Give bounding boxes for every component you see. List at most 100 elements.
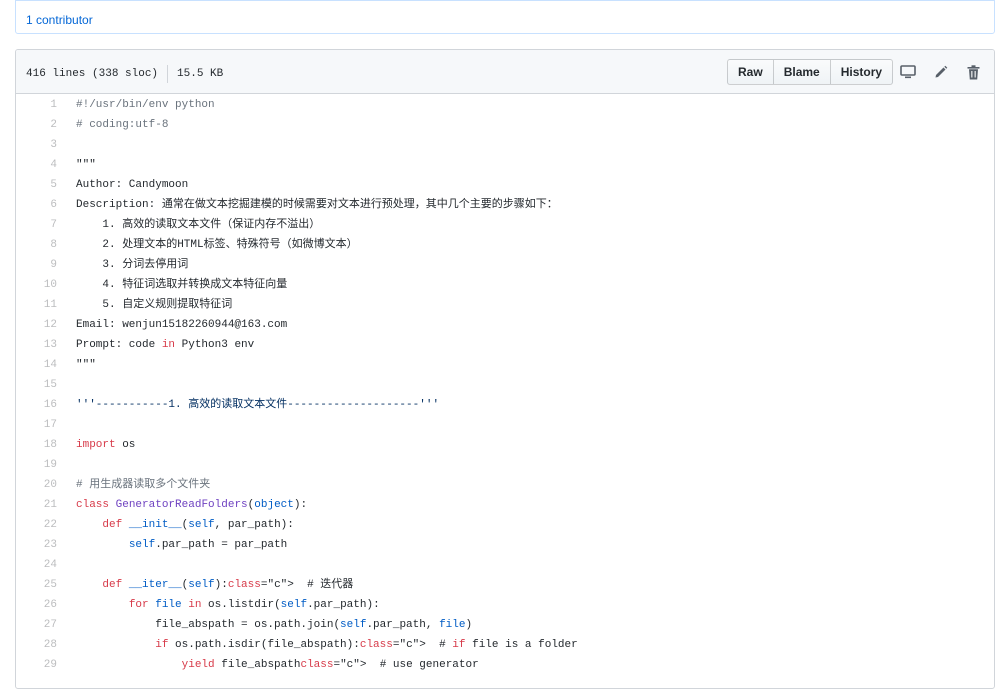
line-number[interactable]: 15 <box>16 375 65 395</box>
code-line: 25 def __iter__(self):class="c"> # 迭代器 <box>16 575 994 595</box>
code-line: 11 5. 自定义规则提取特征词 <box>16 295 994 315</box>
line-number[interactable]: 7 <box>16 215 65 235</box>
file-info: 416 lines (338 sloc) 15.5 KB <box>26 65 223 83</box>
line-content: file_abspath = os.path.join(self.par_pat… <box>76 619 473 631</box>
line-content: # coding:utf-8 <box>76 119 169 131</box>
line-number[interactable]: 3 <box>16 135 65 155</box>
line-number[interactable]: 16 <box>16 395 65 415</box>
code-line: 23 self.par_path = par_path <box>16 535 994 555</box>
line-content: self.par_path = par_path <box>128 539 288 551</box>
code-line: 22 def __init__(self, par_path): <box>16 515 994 535</box>
code-listing: 1 #!/usr/bin/env python 2 # coding:utf-8 3 4 "… <box>16 95 994 675</box>
code-line: 16 '''-----------1. 高效的读取文本文件------------… <box>16 395 994 415</box>
contributors-box: 1 contributor <box>15 0 995 34</box>
line-number[interactable]: 12 <box>16 315 65 335</box>
pencil-icon[interactable] <box>932 63 950 81</box>
code-line: 8 2. 处理文本的HTML标签、特殊符号（如微博文本） <box>16 235 994 255</box>
code-line: 15 <box>16 375 994 395</box>
line-content: 5. 自定义规则提取特征词 <box>76 299 233 311</box>
line-number[interactable]: 5 <box>16 175 65 195</box>
code-line: 20 # 用生成器读取多个文件夹 <box>16 475 994 495</box>
code-line: 29 yield file_abspathclass="c"> # use ge… <box>16 655 994 675</box>
code-line: 19 <box>16 455 994 475</box>
code-line: 5 Author: Candymoon <box>16 175 994 195</box>
code-line: 17 <box>16 415 994 435</box>
desktop-icon[interactable] <box>899 63 917 81</box>
line-number[interactable]: 23 <box>16 535 65 555</box>
line-number[interactable]: 19 <box>16 455 65 475</box>
line-number[interactable]: 14 <box>16 355 65 375</box>
trash-icon[interactable] <box>964 63 982 81</box>
line-content: Description: 通常在做文本挖掘建模的时候需要对文本进行预处理，其中几… <box>76 199 558 211</box>
line-number[interactable]: 22 <box>16 515 65 535</box>
line-number[interactable]: 1 <box>16 95 65 115</box>
line-content <box>65 555 76 575</box>
line-number[interactable]: 4 <box>16 155 65 175</box>
raw-button[interactable]: Raw <box>727 59 774 85</box>
line-content <box>65 375 76 395</box>
line-content: 2. 处理文本的HTML标签、特殊符号（如微博文本） <box>76 239 358 251</box>
code-line: 28 if os.path.isdir(file_abspath):class=… <box>16 635 994 655</box>
code-line: 1 #!/usr/bin/env python <box>16 95 994 115</box>
line-number[interactable]: 25 <box>16 575 65 595</box>
line-content: Prompt: code in Python3 env <box>76 339 255 351</box>
line-number[interactable]: 13 <box>16 335 65 355</box>
line-content: #!/usr/bin/env python <box>76 99 215 111</box>
file-info-divider <box>167 65 169 83</box>
line-number[interactable]: 20 <box>16 475 65 495</box>
line-number[interactable]: 28 <box>16 635 65 655</box>
history-button[interactable]: History <box>830 59 894 85</box>
code-line: 6 Description: 通常在做文本挖掘建模的时候需要对文本进行预处理，其中… <box>16 195 994 215</box>
file-lines-count: 416 lines (338 sloc) <box>26 68 159 80</box>
line-number[interactable]: 9 <box>16 255 65 275</box>
code-line: 27 file_abspath = os.path.join(self.par_… <box>16 615 994 635</box>
line-content: 3. 分词去停用词 <box>76 259 189 271</box>
code-line: 7 1. 高效的读取文本文件（保证内存不溢出） <box>16 215 994 235</box>
line-content: 1. 高效的读取文本文件（保证内存不溢出） <box>76 219 321 231</box>
line-number[interactable]: 18 <box>16 435 65 455</box>
code-line: 26 for file in os.listdir(self.par_path)… <box>16 595 994 615</box>
code-line: 13 Prompt: code in Python3 env <box>16 335 994 355</box>
line-number[interactable]: 6 <box>16 195 65 215</box>
line-content <box>65 135 76 155</box>
file-actions-group: Raw Blame History <box>727 59 894 85</box>
line-content: import os <box>76 439 136 451</box>
code-line: 14 """ <box>16 355 994 375</box>
line-content: """ <box>76 159 96 171</box>
line-number[interactable]: 17 <box>16 415 65 435</box>
code-line: 18 import os <box>16 435 994 455</box>
code-line: 24 <box>16 555 994 575</box>
line-number[interactable]: 11 <box>16 295 65 315</box>
line-content: yield file_abspathclass="c"> # use gener… <box>181 659 479 671</box>
line-content <box>65 455 76 475</box>
line-content: for file in os.listdir(self.par_path): <box>128 599 380 611</box>
file-box: 416 lines (338 sloc) 15.5 KB Raw Blame H… <box>15 49 995 689</box>
code-line: 4 """ <box>16 155 994 175</box>
code-line: 21 class GeneratorReadFolders(object): <box>16 495 994 515</box>
code-line: 3 <box>16 135 994 155</box>
line-number[interactable]: 29 <box>16 655 65 675</box>
line-content: 4. 特征词选取并转换成文本特征向量 <box>76 279 288 291</box>
line-number[interactable]: 2 <box>16 115 65 135</box>
line-number[interactable]: 21 <box>16 495 65 515</box>
contributors-link[interactable]: 1 contributor <box>26 12 93 28</box>
line-content: def __init__(self, par_path): <box>102 519 294 531</box>
line-number[interactable]: 10 <box>16 275 65 295</box>
line-content <box>65 415 76 435</box>
code-line: 9 3. 分词去停用词 <box>16 255 994 275</box>
blame-button[interactable]: Blame <box>773 59 831 85</box>
code-line: 2 # coding:utf-8 <box>16 115 994 135</box>
line-content: Author: Candymoon <box>76 179 189 191</box>
line-number[interactable]: 26 <box>16 595 65 615</box>
line-content: def __iter__(self):class="c"> # 迭代器 <box>102 579 354 591</box>
line-number[interactable]: 8 <box>16 235 65 255</box>
line-content: """ <box>76 359 96 371</box>
line-content: Email: wenjun15182260944@163.com <box>76 319 288 331</box>
line-number[interactable]: 24 <box>16 555 65 575</box>
line-content: '''-----------1. 高效的读取文本文件--------------… <box>76 399 440 411</box>
code-line: 10 4. 特征词选取并转换成文本特征向量 <box>16 275 994 295</box>
line-number[interactable]: 27 <box>16 615 65 635</box>
line-content: # 用生成器读取多个文件夹 <box>76 479 211 491</box>
file-size: 15.5 KB <box>177 68 224 80</box>
line-content: if os.path.isdir(file_abspath):class="c"… <box>155 639 578 651</box>
